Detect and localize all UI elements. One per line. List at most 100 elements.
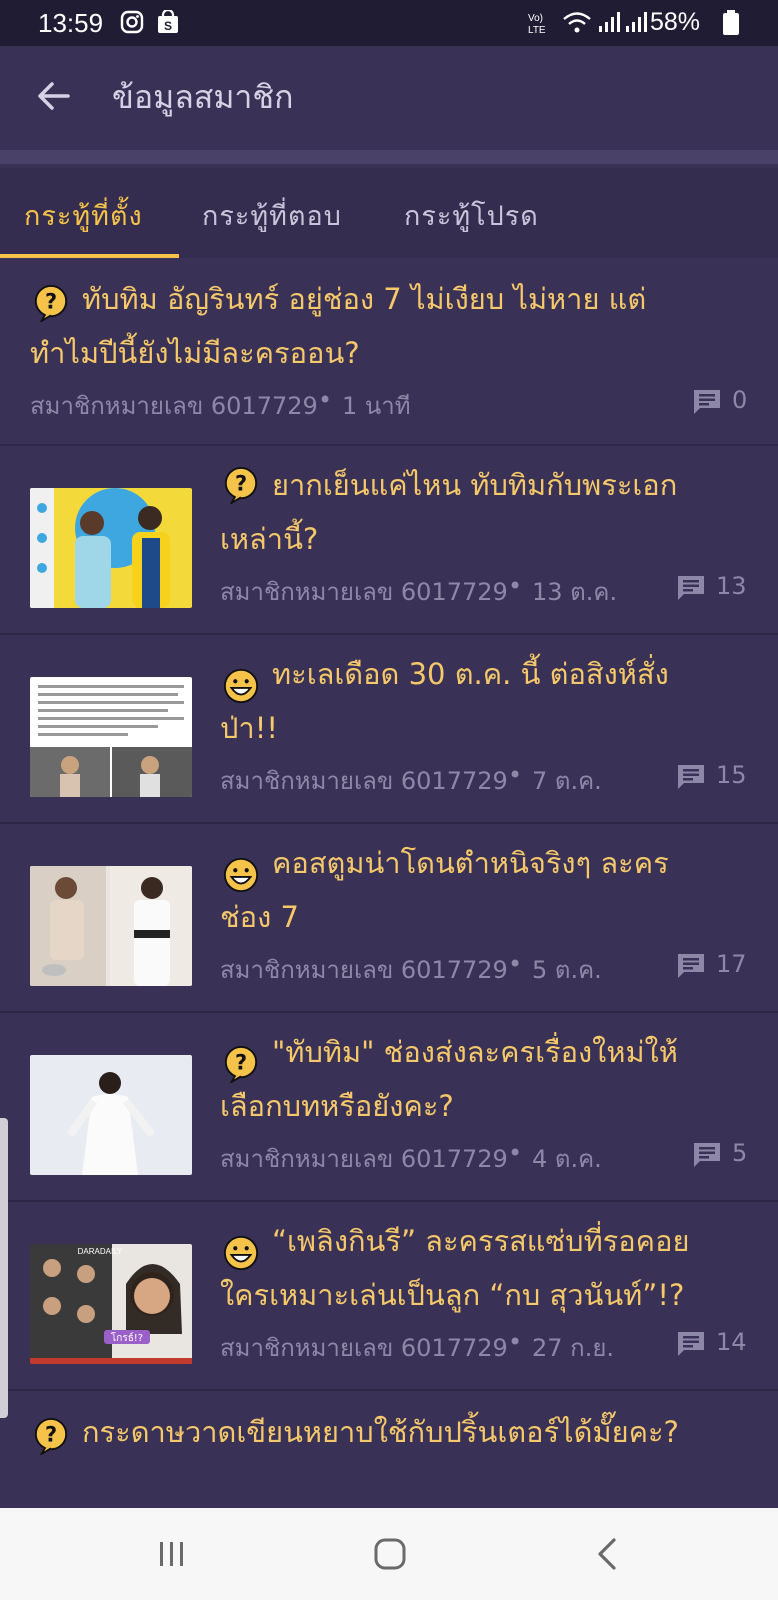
svg-text:?: ? xyxy=(235,1051,247,1075)
meta-separator: • xyxy=(508,572,523,600)
recent-apps-icon[interactable] xyxy=(156,1538,188,1570)
instagram-icon xyxy=(120,10,144,34)
thumbnail-image xyxy=(30,866,192,986)
comment-count: 15 xyxy=(716,761,747,789)
battery-percent: 58% xyxy=(649,8,700,36)
svg-text:S: S xyxy=(164,19,172,33)
tab-bar: กระทู้ที่ตั้ง กระทู้ที่ตอบ กระทู้โปรด xyxy=(0,168,778,258)
volte-icon: Vo) LTE xyxy=(528,13,546,36)
question-emoji-icon: ? xyxy=(34,1417,68,1455)
post-thumbnail xyxy=(30,488,192,608)
thumbnail-caption: โกรธ์!? xyxy=(111,1331,143,1344)
svg-text:Vo): Vo) xyxy=(528,13,543,24)
comment-count: 5 xyxy=(732,1139,748,1167)
post-time: 13 ต.ค. xyxy=(532,578,618,606)
post-thumbnail xyxy=(30,677,192,797)
tab-favorite-topics[interactable]: กระทู้โปรด xyxy=(404,194,539,237)
question-emoji-icon: ? xyxy=(34,284,68,322)
post-title-line2[interactable]: ทำไมปีนี้ยังไม่มีละครออน? xyxy=(30,326,360,380)
post-thumbnail xyxy=(30,866,192,986)
thumbnail-image xyxy=(30,1055,192,1175)
svg-text:?: ? xyxy=(45,1423,57,1447)
back-arrow-icon[interactable] xyxy=(34,76,74,116)
system-nav-bar xyxy=(0,1508,778,1600)
post-thumbnail xyxy=(30,1055,192,1175)
app-bar: ข้อมูลสมาชิก xyxy=(0,46,778,148)
post-author: สมาชิกหมายเลข 6017729 xyxy=(220,578,508,606)
post-title-line2[interactable]: ช่อง 7 xyxy=(220,890,299,944)
shopping-bag-icon: S xyxy=(158,10,178,33)
thumbnail-image xyxy=(30,677,192,797)
list-item[interactable]: คอสตูมน่าโดนตำหนิจริงๆ ละคร ช่อง 7 สมาชิ… xyxy=(0,824,778,1013)
svg-text:?: ? xyxy=(235,472,247,496)
comment-icon xyxy=(678,765,704,789)
thumbnail-image xyxy=(30,488,192,608)
svg-text:LTE: LTE xyxy=(528,25,546,36)
home-icon[interactable] xyxy=(372,1536,408,1572)
post-title-line1[interactable]: กระดาษวาดเขียนหยาบใช้กับปริ้นเตอร์ได้มั๊… xyxy=(82,1405,679,1459)
post-time: 1 นาที xyxy=(342,392,411,420)
meta-separator: • xyxy=(508,1328,523,1356)
comment-count: 14 xyxy=(716,1328,747,1356)
post-title-line2[interactable]: ใครเหมาะเล่นเป็นลูก “กบ สุวนันท์”!? xyxy=(220,1268,684,1322)
tab-replied-topics[interactable]: กระทู้ที่ตอบ xyxy=(202,194,342,237)
post-title-line1[interactable]: ทะเลเดือด 30 ต.ค. นี้ ต่อสิงห์สั่ง xyxy=(272,647,669,701)
comment-icon xyxy=(678,576,704,600)
comment-count: 0 xyxy=(732,386,748,414)
list-item[interactable]: ทะเลเดือด 30 ต.ค. นี้ ต่อสิงห์สั่ง ป่า!!… xyxy=(0,635,778,824)
smile-emoji-icon xyxy=(223,857,259,893)
post-author: สมาชิกหมายเลข 6017729 xyxy=(30,392,318,420)
post-time: 27 ก.ย. xyxy=(532,1334,615,1362)
list-item[interactable]: ? ยากเย็นแค่ไหน ทับทิมกับพระเอก เหล่านี้… xyxy=(0,446,778,635)
post-time: 4 ต.ค. xyxy=(532,1145,602,1173)
post-title-line1[interactable]: คอสตูมน่าโดนตำหนิจริงๆ ละคร xyxy=(272,836,669,890)
list-item[interactable]: ? กระดาษวาดเขียนหยาบใช้กับปริ้นเตอร์ได้ม… xyxy=(0,1391,778,1511)
back-nav-icon[interactable] xyxy=(594,1536,622,1572)
comment-icon xyxy=(694,1143,720,1167)
post-list: ? ทับทิม อัญรินทร์ อยู่ช่อง 7 ไม่เงียบ ไ… xyxy=(0,258,778,1511)
meta-separator: • xyxy=(508,761,523,789)
status-time: 13:59 xyxy=(38,8,104,38)
signal-icon xyxy=(599,12,620,32)
post-author: สมาชิกหมายเลข 6017729 xyxy=(220,1334,508,1362)
comment-count: 17 xyxy=(716,950,747,978)
question-emoji-icon: ? xyxy=(224,1045,258,1083)
signal-icon-2 xyxy=(626,12,647,32)
question-emoji-icon: ? xyxy=(224,466,258,504)
post-title-line2[interactable]: ป่า!! xyxy=(220,701,278,755)
list-item[interactable]: ? ทับทิม อัญรินทร์ อยู่ช่อง 7 ไม่เงียบ ไ… xyxy=(0,258,778,446)
comment-count: 13 xyxy=(716,572,747,600)
tab-created-topics[interactable]: กระทู้ที่ตั้ง xyxy=(24,194,143,237)
smile-emoji-icon xyxy=(223,668,259,704)
post-time: 7 ต.ค. xyxy=(532,767,602,795)
post-time: 5 ต.ค. xyxy=(532,956,602,984)
list-item[interactable]: ? "ทับทิม" ช่องส่งละครเรื่องใหม่ให้ เลือ… xyxy=(0,1013,778,1202)
post-title-line2[interactable]: เลือกบทหรือยังคะ? xyxy=(220,1079,454,1133)
post-title-line1[interactable]: "ทับทิม" ช่องส่งละครเรื่องใหม่ให้ xyxy=(272,1025,678,1079)
comment-icon xyxy=(678,1332,704,1356)
post-title-line1[interactable]: “เพลิงกินรี” ละครรสแซ่บที่รอคอย xyxy=(272,1214,689,1268)
meta-separator: • xyxy=(318,386,333,414)
post-thumbnail: โกรธ์!? DARADAILY xyxy=(30,1244,192,1364)
post-author: สมาชิกหมายเลข 6017729 xyxy=(220,767,508,795)
scroll-indicator[interactable] xyxy=(0,1118,8,1418)
post-title-line1[interactable]: ทับทิม อัญรินทร์ อยู่ช่อง 7 ไม่เงียบ ไม่… xyxy=(82,272,646,326)
post-author: สมาชิกหมายเลข 6017729 xyxy=(220,956,508,984)
comment-icon xyxy=(694,390,720,414)
meta-separator: • xyxy=(508,950,523,978)
thumbnail-image: โกรธ์!? DARADAILY xyxy=(30,1244,192,1364)
status-bar: 13:59 S Vo) LTE 58% xyxy=(0,0,778,46)
thumbnail-brand: DARADAILY xyxy=(78,1247,123,1256)
page-title: ข้อมูลสมาชิก xyxy=(112,78,294,116)
wifi-icon xyxy=(563,12,591,33)
header-divider xyxy=(0,150,778,164)
comment-icon xyxy=(678,954,704,978)
battery-icon xyxy=(723,10,739,35)
svg-text:?: ? xyxy=(45,290,57,314)
list-item[interactable]: โกรธ์!? DARADAILY “เพลิงกินรี” ละครรสแซ่… xyxy=(0,1202,778,1391)
post-title-line1[interactable]: ยากเย็นแค่ไหน ทับทิมกับพระเอก xyxy=(272,458,677,512)
post-author: สมาชิกหมายเลข 6017729 xyxy=(220,1145,508,1173)
meta-separator: • xyxy=(508,1139,523,1167)
post-title-line2[interactable]: เหล่านี้? xyxy=(220,512,318,566)
smile-emoji-icon xyxy=(223,1235,259,1271)
